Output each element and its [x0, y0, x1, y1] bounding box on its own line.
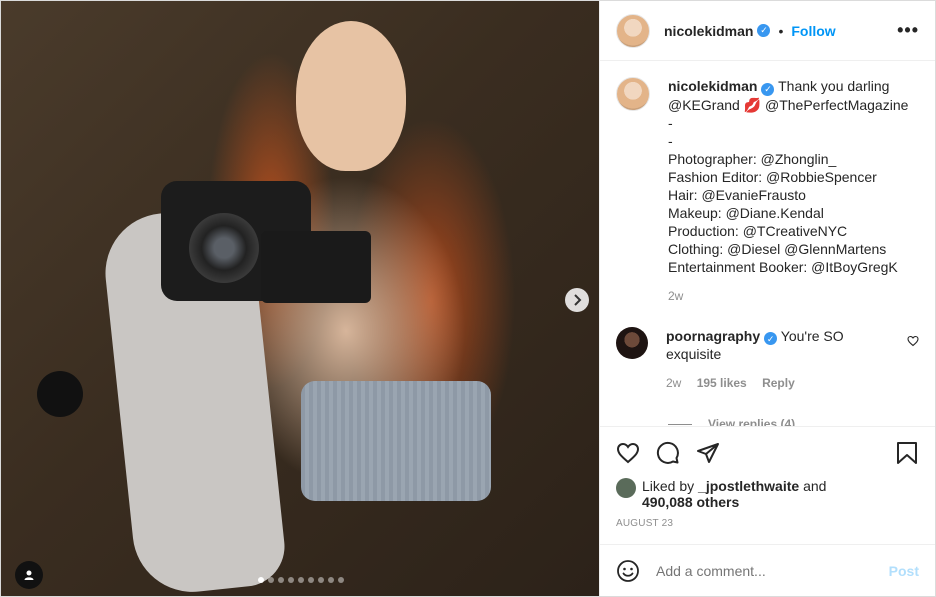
avatar[interactable]: [616, 478, 636, 498]
header-separator: •: [778, 22, 784, 39]
like-button[interactable]: [616, 441, 640, 465]
comment-username[interactable]: poornagraphy: [666, 328, 760, 344]
carousel-indicator: [258, 577, 344, 583]
caption-line: -: [668, 114, 673, 131]
camcorder-handle: [261, 231, 371, 303]
post-dialog: nicolekidman ✓ • Follow ••• nicolekidman…: [0, 0, 936, 597]
comment-body: poornagraphy ✓ You're SO exquisite 2w 195…: [666, 327, 899, 393]
reply-button[interactable]: Reply: [762, 376, 795, 390]
caption-line[interactable]: Production: @TCreativeNYC: [668, 222, 919, 240]
post-date[interactable]: AUGUST 23: [600, 510, 935, 529]
comment-age[interactable]: 2w: [666, 376, 681, 390]
verified-badge-icon: ✓: [761, 82, 775, 96]
caption-line[interactable]: @KEGrand 💋 @ThePerfectMagazine: [668, 96, 919, 114]
comment-icon: [656, 441, 679, 464]
emoji-icon[interactable]: [616, 559, 640, 583]
caption-meta: 2w: [668, 287, 919, 305]
caption-line: -: [668, 132, 673, 149]
user-tag-icon: [24, 570, 34, 580]
avatar[interactable]: [616, 326, 648, 359]
likes-others[interactable]: 490,088 others: [642, 494, 739, 510]
comment-like-button[interactable]: [907, 335, 919, 393]
add-comment-bar: Post: [600, 544, 935, 596]
heart-icon: [907, 335, 919, 346]
liked-by-user[interactable]: _jpostlethwaite: [698, 478, 799, 494]
follow-button[interactable]: Follow: [791, 23, 835, 39]
post-username[interactable]: nicolekidman: [664, 23, 753, 39]
share-icon: [697, 442, 719, 463]
comment-button[interactable]: [656, 441, 680, 465]
caption-line: Thank you darling: [778, 78, 890, 94]
carousel-dot: [328, 577, 334, 583]
save-button[interactable]: [895, 441, 919, 465]
comment-likes[interactable]: 195 likes: [697, 376, 747, 390]
post-button[interactable]: Post: [889, 563, 919, 579]
heart-icon: [616, 442, 640, 463]
carousel-dot: [298, 577, 304, 583]
comments-section: nicolekidman ✓ Thank you darling @KEGrand…: [600, 61, 935, 426]
comment: poornagraphy ✓ You're SO exquisite 2w 195…: [616, 326, 919, 393]
view-replies-button[interactable]: View replies (4): [668, 417, 919, 426]
photo-camcorder: [141, 151, 371, 311]
post-sidebar: nicolekidman ✓ • Follow ••• nicolekidman…: [599, 1, 935, 596]
caption-line[interactable]: Entertainment Booker: @ItBoyGregK: [668, 258, 919, 276]
more-icon[interactable]: •••: [897, 20, 919, 41]
carousel-dot: [288, 577, 294, 583]
caption-body: nicolekidman ✓ Thank you darling @KEGrand…: [668, 77, 919, 305]
likes-prefix: Liked by: [642, 478, 695, 494]
likes-summary: Liked by _jpostlethwaite and 490,088 oth…: [600, 478, 935, 510]
avatar[interactable]: [616, 77, 650, 111]
comment-text: You're SO: [780, 327, 844, 344]
share-button[interactable]: [696, 441, 720, 465]
caption-age[interactable]: 2w: [668, 289, 683, 303]
caption-username[interactable]: nicolekidman: [668, 78, 757, 94]
carousel-dot: [258, 577, 264, 583]
caption-line[interactable]: Fashion Editor: @RobbieSpencer: [668, 168, 919, 186]
likes-text: Liked by _jpostlethwaite and 490,088 oth…: [642, 478, 826, 510]
caption-line[interactable]: Clothing: @Diesel @GlennMartens: [668, 240, 919, 258]
carousel-dot: [268, 577, 274, 583]
camcorder-lens: [189, 213, 259, 283]
carousel-dot: [338, 577, 344, 583]
action-bar: [600, 426, 935, 478]
post-media[interactable]: [1, 1, 599, 596]
view-replies-label: View replies (4): [708, 417, 796, 426]
tag-button[interactable]: [15, 561, 43, 589]
photo-lens-cap: [37, 371, 83, 417]
caption-line[interactable]: Hair: @EvanieFrausto: [668, 186, 919, 204]
carousel-dot: [308, 577, 314, 583]
likes-joiner: and: [803, 478, 827, 494]
post-header: nicolekidman ✓ • Follow •••: [600, 1, 935, 61]
next-button[interactable]: [565, 288, 589, 312]
carousel-dot: [278, 577, 284, 583]
comment-input[interactable]: [656, 562, 889, 579]
verified-badge-icon: ✓: [764, 332, 778, 345]
verified-badge-icon: ✓: [757, 24, 771, 37]
photo-face: [296, 21, 406, 171]
caption-line[interactable]: Photographer: @Zhonglin_: [668, 150, 919, 168]
photo-top: [301, 381, 491, 501]
caption-line[interactable]: Makeup: @Diane.Kendal: [668, 204, 919, 222]
avatar[interactable]: [616, 13, 650, 48]
carousel-dot: [318, 577, 324, 583]
comment-meta: 2w 195 likes Reply: [666, 374, 899, 392]
comment-text: exquisite: [666, 346, 722, 362]
bookmark-icon: [897, 441, 917, 464]
caption: nicolekidman ✓ Thank you darling @KEGrand…: [616, 77, 919, 305]
view-replies-line: [668, 423, 692, 425]
chevron-right-icon: [574, 294, 582, 306]
